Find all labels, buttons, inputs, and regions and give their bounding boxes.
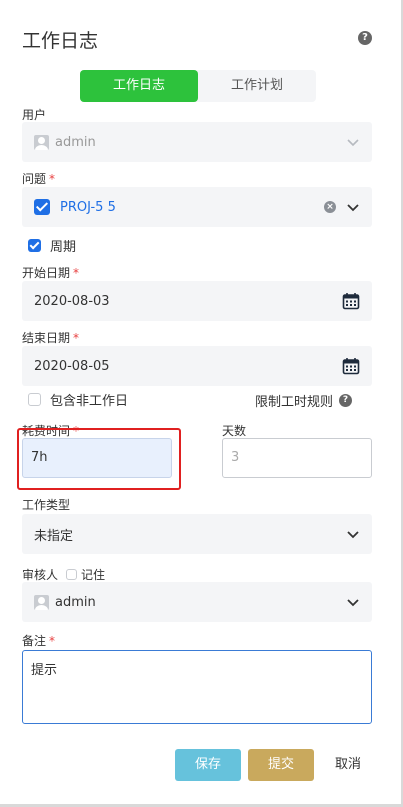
work-type-label: 工作类型 [22, 498, 71, 512]
work-type-select[interactable]: 未指定 [22, 514, 372, 554]
user-label: 用户 [22, 108, 47, 122]
days-input: 3 [222, 438, 372, 478]
chevron-down-icon[interactable] [346, 200, 360, 214]
period-label: 周期 [50, 240, 77, 255]
work-type-value: 未指定 [34, 528, 74, 544]
avatar [34, 134, 49, 150]
end-date-field[interactable]: 2020-08-05 [22, 346, 372, 386]
user-select[interactable]: admin [22, 122, 372, 162]
submit-button[interactable]: 提交 [248, 749, 314, 781]
end-date-value: 2020-08-05 [34, 358, 110, 374]
issue-value[interactable]: PROJ-5 5 [60, 200, 116, 215]
cancel-button[interactable]: 取消 [323, 749, 373, 781]
user-value: admin [55, 134, 96, 150]
period-checkbox-row[interactable]: 周期 [28, 236, 76, 255]
tab-work-plan[interactable]: 工作计划 [198, 70, 316, 102]
clear-icon[interactable]: × [324, 201, 336, 213]
calendar-icon[interactable] [342, 292, 360, 310]
highlight-box [17, 428, 181, 490]
remember-label: 记住 [81, 568, 106, 582]
issue-checkbox[interactable] [34, 199, 50, 215]
save-button[interactable]: 保存 [175, 749, 241, 781]
issue-select[interactable]: PROJ-5 5 × [22, 187, 372, 227]
dialog-title: 工作日志 [22, 30, 99, 52]
help-icon[interactable]: ? [339, 394, 353, 407]
chevron-down-icon [347, 531, 359, 539]
help-icon[interactable]: ? [358, 31, 372, 45]
calendar-icon[interactable] [342, 357, 360, 375]
issue-label: 问题 * [22, 172, 56, 186]
limit-rule-row: 限制工时规则 ? [255, 391, 353, 410]
tab-work-log[interactable]: 工作日志 [80, 70, 198, 102]
tab-bar: 工作日志 工作计划 [80, 70, 316, 102]
reviewer-label-row: 审核人 记住 [22, 566, 105, 583]
start-date-field[interactable]: 2020-08-03 [22, 281, 372, 321]
avatar [34, 594, 49, 610]
include-non-working-checkbox[interactable] [28, 393, 41, 406]
period-checkbox[interactable] [28, 239, 41, 252]
chevron-down-icon [347, 599, 359, 607]
remember-checkbox[interactable] [66, 569, 78, 580]
include-non-working-label: 包含非工作日 [50, 394, 129, 409]
reviewer-select[interactable]: admin [22, 582, 372, 622]
start-date-value: 2020-08-03 [34, 293, 110, 309]
remark-textarea[interactable]: 提示 [22, 650, 372, 724]
days-label: 天数 [222, 424, 247, 438]
reviewer-value: admin [55, 594, 96, 610]
work-log-dialog: 工作日志 ? 工作日志 工作计划 用户 admin 问题 * PROJ-5 5 ×… [0, 0, 403, 807]
limit-rule-label: 限制工时规则 [255, 395, 334, 410]
include-non-working-row[interactable]: 包含非工作日 [28, 390, 128, 409]
reviewer-label: 审核人 [22, 568, 59, 582]
end-date-label: 结束日期 * [22, 331, 80, 345]
chevron-down-icon [347, 139, 359, 147]
remark-label: 备注 * [22, 634, 56, 648]
start-date-label: 开始日期 * [22, 266, 80, 280]
